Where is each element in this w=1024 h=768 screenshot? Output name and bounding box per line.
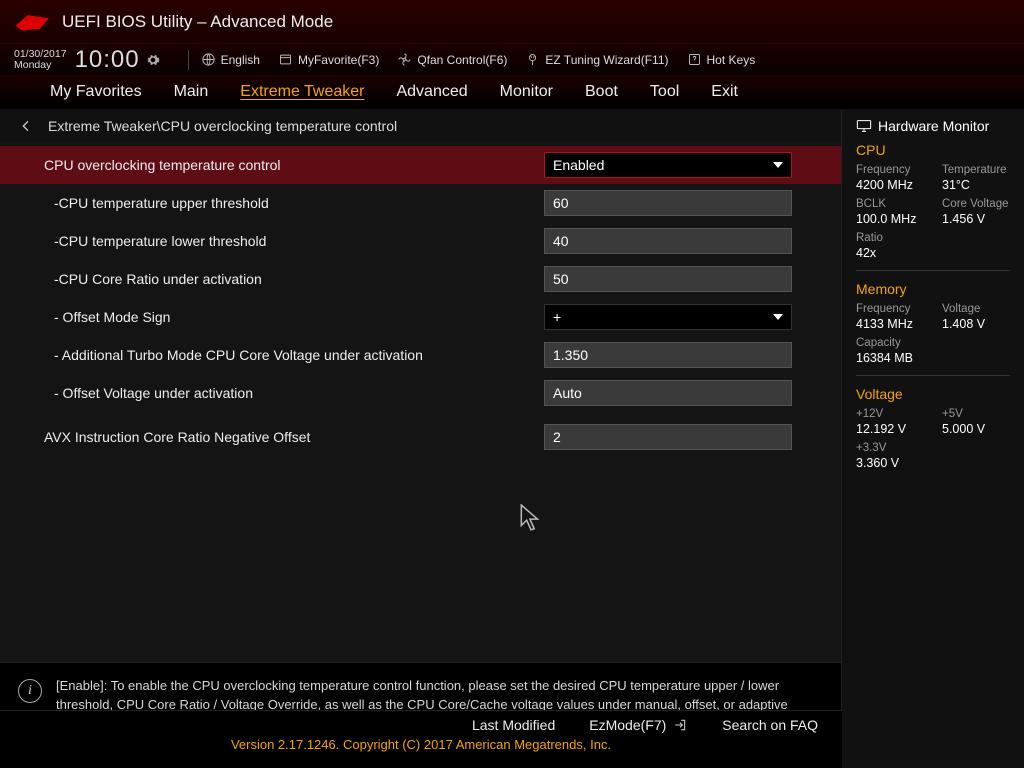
- hardware-monitor-panel: Hardware Monitor CPU Frequency4200 MHz T…: [842, 110, 1024, 768]
- tab-exit[interactable]: Exit: [695, 76, 754, 109]
- setting-label: AVX Instruction Core Ratio Negative Offs…: [44, 429, 544, 445]
- search-faq-button[interactable]: Search on FAQ: [722, 717, 818, 733]
- setting-input[interactable]: 60: [544, 190, 792, 216]
- fan-icon: [397, 52, 412, 67]
- setting-row: AVX Instruction Core Ratio Negative Offs…: [0, 418, 841, 456]
- wand-icon: [525, 52, 540, 67]
- setting-row: CPU overclocking temperature controlEnab…: [0, 146, 841, 184]
- hotkeys-button[interactable]: Hot Keys: [687, 52, 756, 67]
- setting-label: -CPU Core Ratio under activation: [44, 271, 544, 287]
- clock: 10:00: [75, 46, 140, 74]
- setting-input[interactable]: 1.350: [544, 342, 792, 368]
- tab-extreme-tweaker[interactable]: Extreme Tweaker: [224, 76, 380, 109]
- setting-label: - Offset Mode Sign: [44, 309, 544, 325]
- setting-label: - Additional Turbo Mode CPU Core Voltage…: [44, 347, 544, 363]
- setting-select[interactable]: Enabled: [544, 152, 792, 178]
- chevron-down-icon: [773, 162, 783, 168]
- back-icon: [18, 118, 34, 134]
- breadcrumb[interactable]: Extreme Tweaker\CPU overclocking tempera…: [0, 110, 841, 142]
- setting-label: -CPU temperature upper threshold: [44, 195, 544, 211]
- date-block: 01/30/2017 Monday: [14, 49, 67, 70]
- ezmode-button[interactable]: EzMode(F7): [589, 717, 688, 733]
- tab-my-favorites[interactable]: My Favorites: [34, 76, 158, 109]
- app-title: UEFI BIOS Utility – Advanced Mode: [62, 12, 333, 32]
- globe-icon: [201, 52, 216, 67]
- info-icon: i: [18, 679, 42, 703]
- chevron-down-icon: [773, 314, 783, 320]
- setting-input[interactable]: 40: [544, 228, 792, 254]
- last-modified-button[interactable]: Last Modified: [472, 717, 555, 733]
- tab-main[interactable]: Main: [158, 76, 225, 109]
- qfan-button[interactable]: Qfan Control(F6): [397, 52, 507, 67]
- tab-boot[interactable]: Boot: [569, 76, 634, 109]
- question-icon: [687, 52, 702, 67]
- tab-bar: My FavoritesMainExtreme TweakerAdvancedM…: [0, 76, 1024, 110]
- setting-label: -CPU temperature lower threshold: [44, 233, 544, 249]
- myfavorite-button[interactable]: MyFavorite(F3): [278, 52, 379, 67]
- setting-row: - Offset Mode Sign+: [0, 298, 841, 336]
- gear-icon[interactable]: [146, 53, 160, 67]
- rog-logo-icon: [14, 10, 52, 34]
- tab-monitor[interactable]: Monitor: [484, 76, 569, 109]
- setting-input[interactable]: 2: [544, 424, 792, 450]
- setting-input[interactable]: 50: [544, 266, 792, 292]
- setting-input[interactable]: Auto: [544, 380, 792, 406]
- setting-label: - Offset Voltage under activation: [44, 385, 544, 401]
- setting-row: -CPU temperature lower threshold40: [0, 222, 841, 260]
- tab-advanced[interactable]: Advanced: [380, 76, 483, 109]
- language-selector[interactable]: English: [201, 52, 260, 67]
- setting-label: CPU overclocking temperature control: [44, 157, 544, 173]
- version-text: Version 2.17.1246. Copyright (C) 2017 Am…: [0, 735, 842, 758]
- setting-row: - Offset Voltage under activationAuto: [0, 374, 841, 412]
- tab-tool[interactable]: Tool: [634, 76, 695, 109]
- favorite-icon: [278, 52, 293, 67]
- setting-row: -CPU Core Ratio under activation50: [0, 260, 841, 298]
- monitor-icon: [856, 119, 872, 133]
- setting-row: - Additional Turbo Mode CPU Core Voltage…: [0, 336, 841, 374]
- setting-select[interactable]: +: [544, 304, 792, 330]
- exit-icon: [672, 718, 688, 732]
- eztuning-button[interactable]: EZ Tuning Wizard(F11): [525, 52, 668, 67]
- setting-row: -CPU temperature upper threshold60: [0, 184, 841, 222]
